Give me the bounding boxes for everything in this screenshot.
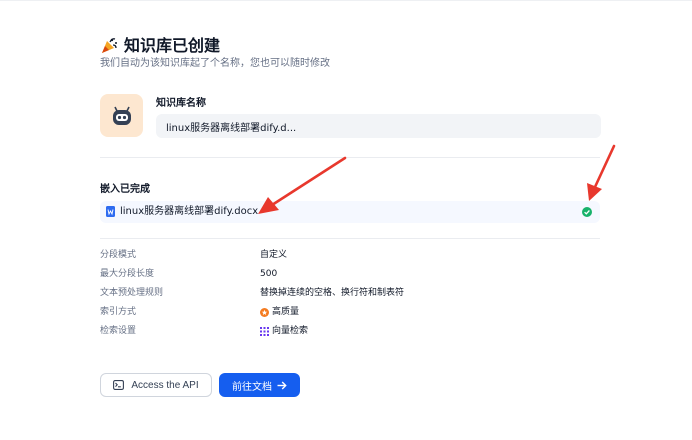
annotation-arrow-right <box>587 144 616 201</box>
setting-value: 向量检索 <box>272 326 309 336</box>
title-row: 知识库已创建 <box>100 36 220 56</box>
divider <box>100 157 600 158</box>
go-to-document-label: 前往文档 <box>232 381 272 393</box>
vector-grid-icon <box>260 327 269 336</box>
embedded-file-row: linux服务器离线部署dify.docx <box>100 201 600 223</box>
access-api-button[interactable]: Access the API <box>100 373 212 397</box>
setting-label: 文本预处理规则 <box>100 288 164 298</box>
party-popper-icon <box>102 38 117 53</box>
setting-value: 自定义 <box>260 250 288 260</box>
arrow-right-icon <box>277 381 287 389</box>
check-circle-icon <box>582 207 592 217</box>
quality-icon <box>260 308 269 317</box>
page-subtitle: 我们自动为该知识库起了个名称，您也可以随时修改 <box>100 58 330 69</box>
setting-value: 500 <box>260 269 278 279</box>
access-api-label: Access the API <box>131 379 199 391</box>
robot-icon <box>112 106 131 125</box>
setting-value: 高质量 <box>272 307 300 317</box>
embedding-status-title: 嵌入已完成 <box>100 184 150 195</box>
dataset-name-label: 知识库名称 <box>156 98 206 109</box>
setting-label: 索引方式 <box>100 307 137 317</box>
setting-label: 最大分段长度 <box>100 269 155 279</box>
dataset-avatar[interactable] <box>100 94 143 137</box>
go-to-document-button[interactable]: 前往文档 <box>219 373 300 397</box>
top-border <box>0 0 692 1</box>
divider <box>100 238 600 239</box>
setting-value: 替换掉连续的空格、换行符和制表符 <box>260 288 405 298</box>
setting-row-segment-mode: 分段模式 自定义 <box>100 250 600 269</box>
dataset-name-input[interactable] <box>156 114 601 138</box>
setting-row-retrieval: 检索设置 向量检索 <box>100 326 600 345</box>
embedded-file-name: linux服务器离线部署dify.docx <box>120 206 259 217</box>
setting-row-preprocess: 文本预处理规则 替换掉连续的空格、换行符和制表符 <box>100 288 600 307</box>
process-settings: 分段模式 自定义 最大分段长度 500 文本预处理规则 替换掉连续的空格、换行符… <box>100 250 600 345</box>
setting-label: 检索设置 <box>100 326 137 336</box>
setting-row-max-length: 最大分段长度 500 <box>100 269 600 288</box>
setting-row-index-method: 索引方式 高质量 <box>100 307 600 326</box>
page-title: 知识库已创建 <box>124 36 221 55</box>
word-file-icon <box>106 206 115 217</box>
setting-label: 分段模式 <box>100 250 137 260</box>
terminal-icon <box>113 380 125 390</box>
